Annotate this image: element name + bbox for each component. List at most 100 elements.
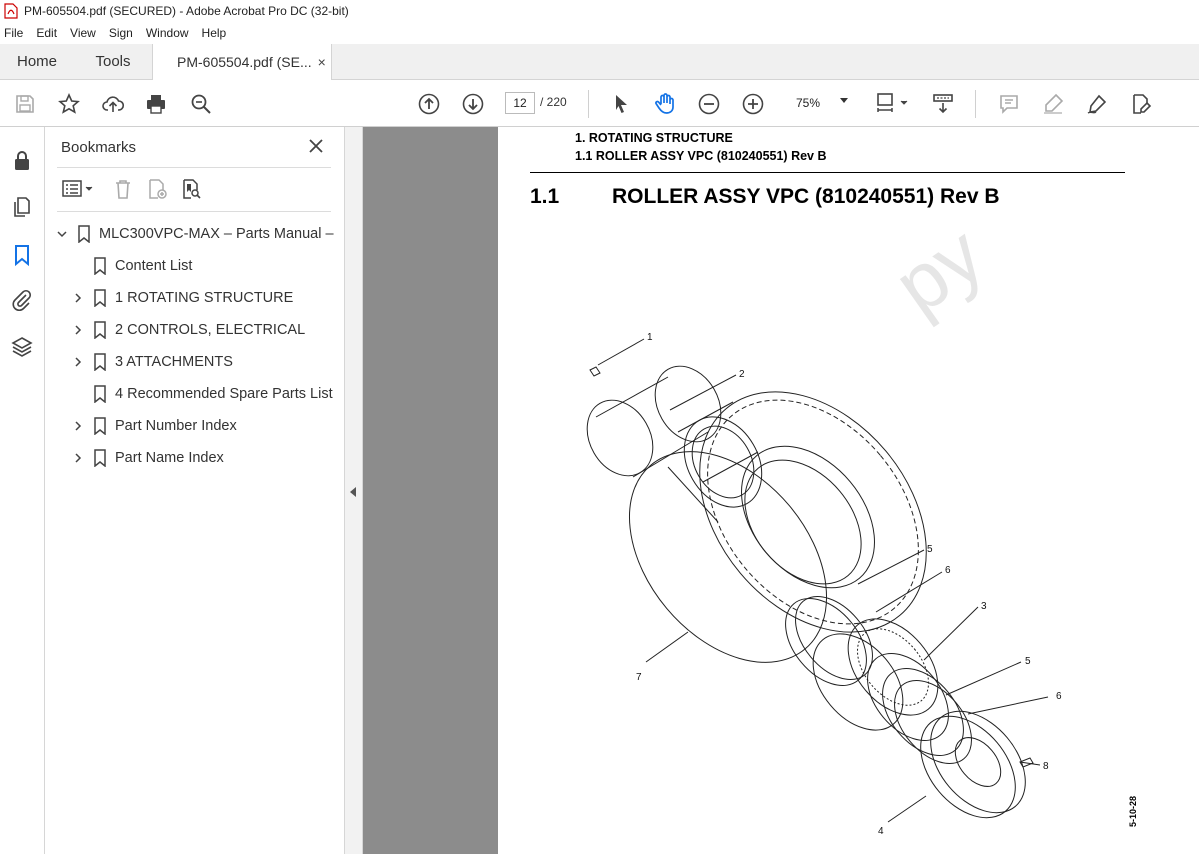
menu-view[interactable]: View (70, 26, 96, 40)
menu-window[interactable]: Window (146, 26, 189, 40)
zoom-level-value: 75% (796, 96, 821, 110)
panel-splitter[interactable] (345, 127, 363, 854)
bookmark-icon (94, 257, 106, 275)
callout-label: 6 (1056, 691, 1062, 702)
bookmark-icon (94, 321, 106, 339)
header-rule (530, 172, 1125, 173)
close-panel-icon[interactable] (307, 137, 325, 155)
bookmark-icon (94, 449, 106, 467)
collapse-panel-arrow-icon[interactable] (350, 487, 356, 497)
tab-bar: Home Tools PM-605504.pdf (SE... × (0, 44, 1199, 80)
redact-edit-icon[interactable] (1128, 91, 1154, 117)
bookmark-label: 4 Recommended Spare Parts List (115, 386, 333, 402)
print-icon[interactable] (143, 91, 169, 117)
next-page-icon[interactable] (460, 91, 486, 117)
bookmark-item[interactable]: Part Name Index (71, 446, 224, 470)
callout-label: 5 (1025, 656, 1031, 667)
bookmark-item[interactable]: Content List (71, 254, 192, 278)
part-valve-drawing (589, 366, 601, 377)
bookmark-root[interactable]: MLC300VPC-MAX – Parts Manual – (55, 222, 334, 246)
layers-icon[interactable] (10, 335, 34, 359)
page-thumbnails-icon[interactable] (10, 195, 34, 219)
menu-file[interactable]: File (4, 26, 23, 40)
bookmark-item[interactable]: Part Number Index (71, 414, 237, 438)
bookmark-label: Part Name Index (115, 450, 224, 466)
bookmark-item[interactable]: 4 Recommended Spare Parts List (71, 382, 333, 406)
scroll-mode-icon[interactable] (930, 91, 956, 117)
callout-label: 6 (945, 565, 951, 576)
tab-document[interactable]: PM-605504.pdf (SE... × (152, 44, 332, 80)
previous-page-icon[interactable] (416, 91, 442, 117)
zoom-level-select[interactable]: 75% (782, 92, 854, 114)
select-cursor-icon[interactable] (608, 91, 634, 117)
menu-sign[interactable]: Sign (109, 26, 133, 40)
delete-bookmark-icon[interactable] (111, 177, 135, 201)
bookmark-label: 3 ATTACHMENTS (115, 354, 233, 370)
hand-tool-icon[interactable] (652, 91, 678, 117)
bookmark-label: Part Number Index (115, 418, 237, 434)
navigation-rail (0, 127, 45, 854)
bookmark-label: Content List (115, 258, 193, 274)
bookmark-label: 2 CONTROLS, ELECTRICAL (115, 322, 306, 338)
find-bookmark-icon[interactable] (179, 177, 203, 201)
tab-tools[interactable]: Tools (74, 44, 152, 79)
main-toolbar: 12 / 220 75% (0, 80, 1199, 127)
cloud-upload-icon[interactable] (100, 91, 126, 117)
lock-icon[interactable] (10, 149, 34, 173)
part-bearing-drawing (812, 618, 939, 731)
chevron-down-icon[interactable] (55, 227, 69, 241)
chevron-right-icon[interactable] (71, 451, 85, 465)
callout-label: 8 (1043, 761, 1049, 772)
bookmark-label: 1 ROTATING STRUCTURE (115, 290, 294, 306)
menu-edit[interactable]: Edit (36, 26, 57, 40)
zoom-search-icon[interactable] (188, 91, 214, 117)
callout-label: 5 (927, 544, 933, 555)
zoom-out-icon[interactable] (696, 91, 722, 117)
attachment-paperclip-icon[interactable] (10, 288, 34, 312)
document-viewport[interactable]: 1. ROTATING STRUCTURE 1.1 ROLLER ASSY VP… (363, 127, 1199, 854)
callout-label: 7 (636, 672, 642, 683)
panel-divider (57, 167, 331, 168)
toolbar-divider (588, 90, 589, 118)
comment-icon[interactable] (996, 91, 1022, 117)
star-icon[interactable] (56, 91, 82, 117)
tab-document-label: PM-605504.pdf (SE... (177, 54, 312, 70)
part-hub-drawing (586, 365, 763, 523)
bookmark-icon (78, 225, 90, 243)
new-bookmark-icon[interactable] (145, 177, 169, 201)
bookmark-item[interactable]: 2 CONTROLS, ELECTRICAL (71, 318, 305, 342)
chevron-right-icon[interactable] (71, 355, 85, 369)
chevron-down-icon (840, 98, 848, 103)
bookmark-item[interactable]: 1 ROTATING STRUCTURE (71, 286, 293, 310)
save-icon[interactable] (12, 91, 38, 117)
running-header-chapter: 1. ROTATING STRUCTURE (575, 131, 733, 145)
close-tab-icon[interactable]: × (318, 54, 326, 70)
chevron-right-icon[interactable] (71, 323, 85, 337)
bookmark-icon (94, 353, 106, 371)
fit-page-icon[interactable] (874, 91, 912, 117)
bookmark-root-label: MLC300VPC-MAX – Parts Manual – (99, 226, 334, 242)
section-number: 1.1 (530, 185, 560, 208)
chevron-right-icon[interactable] (71, 291, 85, 305)
highlight-pen-icon[interactable] (1040, 91, 1066, 117)
tab-home[interactable]: Home (0, 44, 74, 79)
title-bar: PM-605504.pdf (SECURED) - Adobe Acrobat … (0, 0, 1199, 22)
part-rings-drawing (785, 595, 972, 765)
zoom-in-icon[interactable] (740, 91, 766, 117)
window-title: PM-605504.pdf (SECURED) - Adobe Acrobat … (24, 4, 349, 18)
sign-pen-icon[interactable] (1084, 91, 1110, 117)
bookmark-icon (94, 289, 106, 307)
bookmark-panel-icon[interactable] (10, 243, 34, 267)
exploded-parts-drawing: 1 2 5 6 3 7 5 6 8 4 (586, 332, 1062, 837)
toolbar-divider (975, 90, 976, 118)
page-number-input[interactable]: 12 (505, 92, 535, 114)
chevron-right-icon[interactable] (71, 419, 85, 433)
callout-label: 1 (647, 332, 653, 343)
menu-help[interactable]: Help (202, 26, 227, 40)
acrobat-pdf-icon (4, 3, 18, 19)
bookmark-item[interactable]: 3 ATTACHMENTS (71, 350, 233, 374)
bookmark-options-icon[interactable] (61, 177, 97, 201)
callout-label: 3 (981, 601, 987, 612)
